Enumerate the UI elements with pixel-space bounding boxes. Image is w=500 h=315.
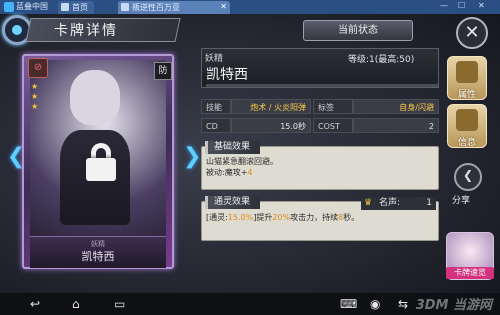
exp-bar (206, 84, 438, 87)
tag-value: 自身/闪避 (353, 99, 439, 114)
cd-value: 15.0秒 (231, 118, 311, 133)
star-icon: ★ (31, 92, 39, 101)
skill-label: 技能 (201, 99, 231, 114)
fame-value: 1 (426, 198, 432, 208)
card-type-badge: 防 (154, 62, 172, 80)
spirit-effect-title: 通灵效果 (205, 196, 261, 209)
close-tab-icon[interactable]: ✕ (220, 2, 227, 11)
watermark: 3DM 当游网 (415, 298, 492, 313)
info-button[interactable]: 信息 (447, 104, 487, 148)
stat-row: 技能 炮术 / 火炎阳弹 标签 自身/闪避 (201, 99, 439, 114)
stats-table: 技能 炮术 / 火炎阳弹 标签 自身/闪避 CD 15.0秒 COST 2 (201, 99, 439, 135)
card-stars: ★ ★ ★ (31, 82, 41, 112)
share-button[interactable] (454, 163, 482, 191)
level-label: 等级:1(最高:50) (348, 55, 415, 65)
eye-icon[interactable]: ◉ (370, 297, 380, 311)
tag-label: 标签 (313, 99, 353, 114)
shake-icon[interactable]: ⇆ (398, 297, 408, 311)
current-status-button[interactable]: 当前状态 (303, 20, 413, 41)
lock-icon (86, 143, 116, 181)
card-element-icon: ⊘ (28, 58, 48, 78)
maximize-icon[interactable]: ☐ (458, 1, 465, 10)
info-icon (456, 109, 478, 131)
base-effect-line-2: 被动:魔攻+4 (206, 168, 253, 177)
keyboard-icon[interactable]: ⌨ (340, 297, 357, 311)
cost-label: COST (313, 118, 353, 133)
emulator-tab-game[interactable]: 叛逆性百万亚 ✕ (118, 1, 230, 14)
attribute-button[interactable]: 属性 (447, 56, 487, 100)
cost-value: 2 (353, 118, 439, 133)
crown-icon: ♛ (364, 198, 373, 208)
game-screen: 蓝叠中国 首页 叛逆性百万亚 ✕ — ☐ ✕ 卡牌详情 当前状态 ✕ ❮ ⊘ 防… (0, 0, 500, 315)
attribute-icon (456, 61, 478, 83)
share-label: 分享 (452, 196, 471, 206)
recent-apps-icon[interactable]: ▭ (114, 297, 125, 311)
cd-label: CD (201, 118, 231, 133)
home-nav-icon[interactable]: ⌂ (72, 297, 80, 311)
card-name-plate: 妖精 凯特西 (30, 236, 166, 268)
game-icon (121, 3, 129, 11)
card-guide-label: 卡牌速览 (446, 267, 494, 279)
character-name: 凯特西 (206, 67, 248, 83)
back-icon[interactable]: ↩ (30, 297, 40, 311)
emulator-tab-home[interactable]: 首页 (58, 1, 94, 14)
minimize-icon[interactable]: — (440, 1, 448, 10)
base-effect-title: 基础效果 (205, 141, 261, 154)
emulator-brand: 蓝叠中国 (16, 2, 48, 11)
star-icon: ★ (31, 102, 39, 111)
spirit-effect-text: [通灵:15.0%]提升20%攻击力，持续8秒。 (206, 213, 360, 222)
base-effect-line-1: 山猫紧急翻滚回避。 (206, 157, 278, 166)
next-card-arrow-icon[interactable]: ❯ (183, 146, 201, 168)
close-window-icon[interactable]: ✕ (478, 1, 485, 10)
stat-row: CD 15.0秒 COST 2 (201, 118, 439, 133)
page-title: 卡牌详情 (54, 23, 118, 39)
skill-value: 炮术 / 火炎阳弹 (231, 99, 311, 114)
fame-badge: 名声: 1 (361, 197, 436, 210)
star-icon: ★ (31, 82, 39, 91)
bluestacks-logo-icon (4, 2, 14, 12)
card-name: 凯特西 (81, 250, 115, 263)
race-label: 妖精 (205, 54, 224, 64)
home-icon (61, 3, 69, 11)
emulator-top-bar: 蓝叠中国 首页 叛逆性百万亚 ✕ — ☐ ✕ (0, 0, 500, 14)
close-button[interactable]: ✕ (456, 17, 488, 49)
